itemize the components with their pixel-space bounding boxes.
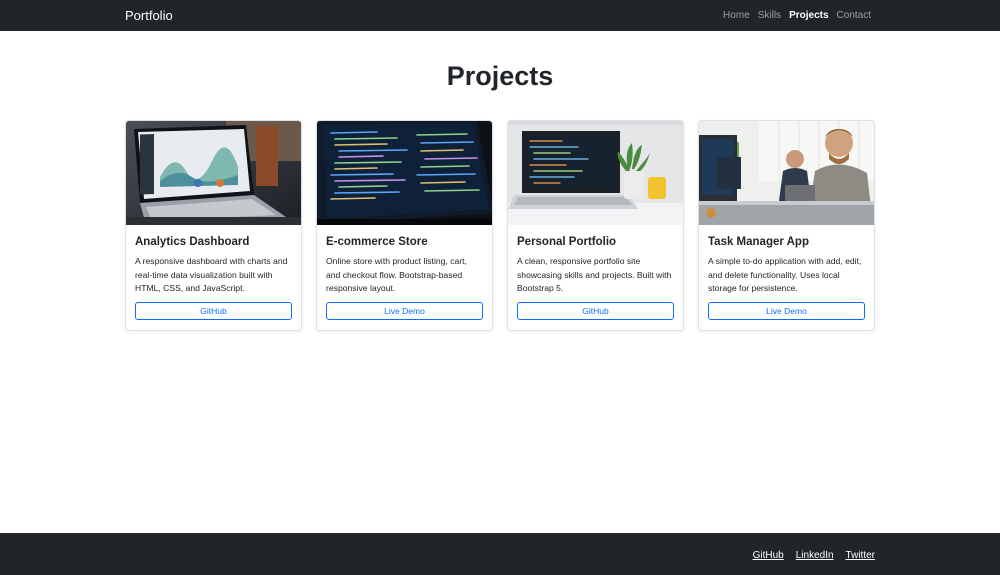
project-cards: Analytics Dashboard A responsive dashboa…: [125, 120, 875, 331]
card-title: E-commerce Store: [326, 236, 428, 248]
live-demo-button[interactable]: Live Demo: [708, 302, 865, 320]
card-title: Task Manager App: [708, 236, 809, 248]
card-image-laptop-desk: [508, 121, 683, 225]
laptop-code-image: [317, 121, 492, 225]
card-description: A responsive dashboard with charts and r…: [135, 256, 288, 294]
nav-link-home[interactable]: Home: [723, 9, 750, 22]
navbar: Portfolio Home Skills Projects Contact: [0, 0, 1000, 31]
card-image-laptop-dashboard: [126, 121, 301, 225]
nav-link-skills[interactable]: Skills: [758, 9, 781, 22]
live-demo-button[interactable]: Live Demo: [326, 302, 483, 320]
project-card-analytics: Analytics Dashboard A responsive dashboa…: [125, 120, 302, 331]
developers-office-image: [699, 121, 874, 225]
footer-link-linkedin[interactable]: LinkedIn: [796, 549, 834, 562]
nav-link-contact[interactable]: Contact: [837, 9, 871, 22]
card-title: Analytics Dashboard: [135, 236, 250, 248]
laptop-desk-plant-image: [508, 121, 683, 225]
card-description: A simple to-do application with add, edi…: [708, 256, 862, 294]
brand-link[interactable]: Portfolio: [125, 7, 173, 24]
footer-link-github[interactable]: GitHub: [753, 549, 784, 562]
card-image-developers-office: [699, 121, 874, 225]
footer-links: GitHub LinkedIn Twitter: [753, 549, 875, 562]
card-image-laptop-code: [317, 121, 492, 225]
page-title: Projects: [446, 61, 554, 91]
laptop-dashboard-image: [126, 121, 301, 225]
card-title: Personal Portfolio: [517, 236, 617, 248]
project-card-task-manager: Task Manager App A simple to-do applicat…: [698, 120, 875, 331]
project-card-portfolio: Personal Portfolio A clean, responsive p…: [507, 120, 684, 331]
github-button[interactable]: GitHub: [135, 302, 292, 320]
project-card-ecommerce: E-commerce Store Online store with produ…: [316, 120, 493, 331]
nav-links: Home Skills Projects Contact: [723, 9, 871, 22]
footer-link-twitter[interactable]: Twitter: [846, 549, 875, 562]
nav-link-projects[interactable]: Projects: [789, 9, 828, 22]
card-description: Online store with product listing, cart,…: [326, 256, 467, 294]
github-button[interactable]: GitHub: [517, 302, 674, 320]
card-description: A clean, responsive portfolio site showc…: [517, 256, 672, 294]
footer: GitHub LinkedIn Twitter: [0, 533, 1000, 575]
